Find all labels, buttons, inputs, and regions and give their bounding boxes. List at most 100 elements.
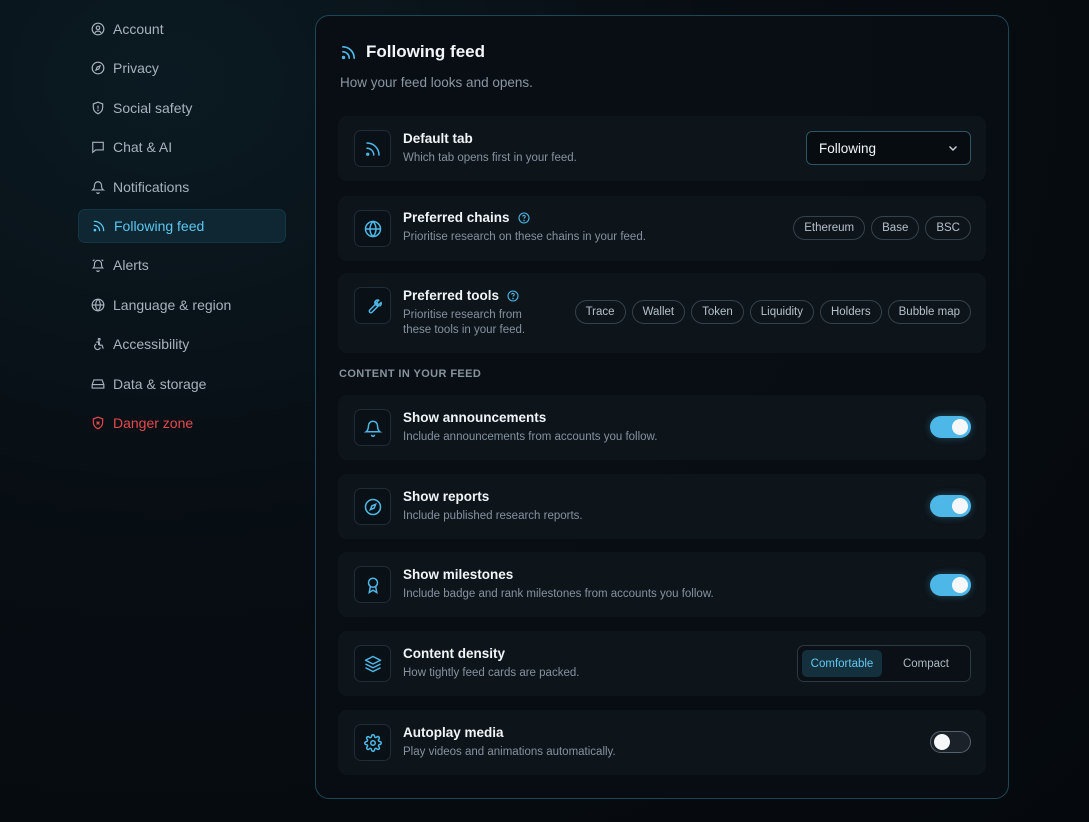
sidebar-item-label: Social safety (113, 99, 193, 116)
row-icon-box (354, 130, 391, 167)
row-text: Autoplay media Play videos and animation… (403, 725, 616, 760)
milestones-toggle[interactable] (930, 574, 971, 596)
sidebar-item-language-region[interactable]: Language & region (78, 288, 286, 322)
setting-title: Show announcements (403, 410, 547, 425)
sidebar-item-label: Following feed (114, 217, 205, 234)
help-icon[interactable] (518, 211, 530, 224)
row-icon-box (354, 645, 391, 682)
setting-title: Show milestones (403, 567, 514, 582)
setting-show-announcements: Show announcements Include announcements… (338, 395, 986, 460)
sidebar-item-account[interactable]: Account (78, 12, 286, 46)
sidebar-item-notifications[interactable]: Notifications (78, 170, 286, 204)
chip-ethereum[interactable]: Ethereum (793, 216, 866, 240)
bell-icon (91, 180, 105, 194)
chip-trace[interactable]: Trace (574, 300, 626, 324)
row-icon-box (354, 409, 391, 446)
rss-icon (93, 220, 105, 232)
setting-default-tab: Default tab Which tab opens first in you… (338, 116, 986, 181)
user-circle-icon (91, 22, 105, 36)
gear-icon (363, 733, 382, 752)
chevron-down-icon (949, 146, 957, 151)
wrench-icon (368, 298, 382, 313)
reports-toggle[interactable] (930, 495, 971, 517)
select-value: Following (819, 140, 877, 156)
sidebar-item-accessibility[interactable]: Accessibility (78, 327, 286, 361)
row-text: Show milestones Include badge and rank m… (403, 567, 714, 602)
shield-icon (92, 101, 104, 115)
sidebar-item-label: Chat & AI (113, 139, 173, 156)
chip-bubble-map[interactable]: Bubble map (887, 300, 971, 324)
sidebar-item-label: Account (113, 21, 164, 37)
chain-chips: Ethereum Base BSC (793, 216, 971, 240)
globe-icon (364, 219, 381, 238)
row-text: Content density How tightly feed cards a… (403, 646, 579, 681)
row-icon-box (354, 488, 391, 525)
setting-description: Prioritise research on these chains in y… (403, 231, 646, 243)
setting-title: Preferred tools (403, 288, 525, 303)
sidebar-item-label: Data & storage (113, 375, 207, 392)
setting-show-reports: Show reports Include published research … (338, 474, 986, 539)
chip-bsc[interactable]: BSC (925, 216, 971, 240)
sidebar-item-label: Notifications (113, 178, 190, 195)
tool-chips: Trace Wallet Token Liquidity Holders Bub… (574, 300, 971, 324)
row-text: Default tab Which tab opens first in you… (403, 131, 577, 166)
sidebar-item-label: Danger zone (113, 414, 194, 431)
toggle-knob (952, 419, 968, 435)
help-icon[interactable] (507, 289, 519, 302)
page-subtitle: How your feed looks and opens. (340, 75, 533, 90)
setting-description: Include announcements from accounts you … (403, 431, 658, 443)
autoplay-toggle[interactable] (930, 731, 971, 753)
sidebar-item-label: Accessibility (113, 336, 190, 353)
setting-description: Which tab opens first in your feed. (403, 152, 577, 164)
toggle-knob (952, 577, 968, 593)
chip-liquidity[interactable]: Liquidity (749, 300, 814, 324)
sidebar-item-data-storage[interactable]: Data & storage (78, 367, 286, 401)
row-text: Show announcements Include announcements… (403, 410, 657, 445)
compass-icon (364, 498, 381, 515)
row-text: Show reports Include published research … (403, 489, 583, 524)
setting-preferred-chains: Preferred chains Prioritise research on … (338, 196, 986, 261)
setting-description: Include badge and rank milestones from a… (403, 588, 714, 600)
setting-preferred-tools: Preferred tools Prioritise research from… (338, 273, 986, 353)
sidebar-item-label: Alerts (113, 257, 149, 274)
chip-holders[interactable]: Holders (819, 300, 882, 324)
settings-sidebar: Account Privacy Social safety Chat & AI … (78, 12, 286, 445)
setting-title: Default tab (403, 131, 473, 146)
sidebar-item-chat-ai[interactable]: Chat & AI (78, 130, 286, 164)
default-tab-select[interactable]: Following (806, 131, 971, 165)
setting-title: Autoplay media (403, 725, 504, 740)
row-icon-box (354, 210, 391, 247)
sidebar-item-following-feed[interactable]: Following feed (78, 208, 286, 243)
bell-icon (363, 420, 382, 437)
setting-show-milestones: Show milestones Include badge and rank m… (338, 552, 986, 617)
storage-icon (91, 378, 105, 389)
setting-title: Content density (403, 646, 506, 661)
chip-token[interactable]: Token (691, 300, 744, 324)
sidebar-item-danger-zone[interactable]: Danger zone (78, 406, 286, 440)
density-option-compact[interactable]: Compact (886, 650, 966, 677)
chip-base[interactable]: Base (871, 216, 920, 240)
accessibility-icon (94, 338, 104, 351)
globe-icon (91, 298, 105, 312)
award-icon (367, 577, 378, 594)
setting-description: Play videos and animations automatically… (403, 746, 616, 758)
row-text: Preferred tools Prioritise research from… (403, 288, 525, 338)
sidebar-item-label: Language & region (113, 296, 232, 313)
setting-content-density: Content density How tightly feed cards a… (338, 631, 986, 696)
compass-icon (91, 61, 105, 75)
layers-icon (364, 655, 381, 672)
density-option-comfortable[interactable]: Comfortable (802, 650, 882, 677)
sidebar-item-privacy[interactable]: Privacy (78, 51, 286, 85)
sidebar-item-alerts[interactable]: Alerts (78, 248, 286, 282)
setting-description: How tightly feed cards are packed. (403, 667, 580, 679)
setting-description: Prioritise research from these tools in … (403, 309, 526, 336)
announcements-toggle[interactable] (930, 416, 971, 438)
sidebar-item-social-safety[interactable]: Social safety (78, 91, 286, 125)
toggle-knob (952, 498, 968, 514)
chip-wallet[interactable]: Wallet (631, 300, 686, 324)
panel-header: Following feed How your feed looks and o… (340, 42, 533, 90)
page-title: Following feed (340, 42, 533, 62)
following-feed-panel: Following feed How your feed looks and o… (315, 15, 1009, 799)
danger-icon (92, 416, 104, 430)
sidebar-item-label: Privacy (113, 60, 159, 77)
